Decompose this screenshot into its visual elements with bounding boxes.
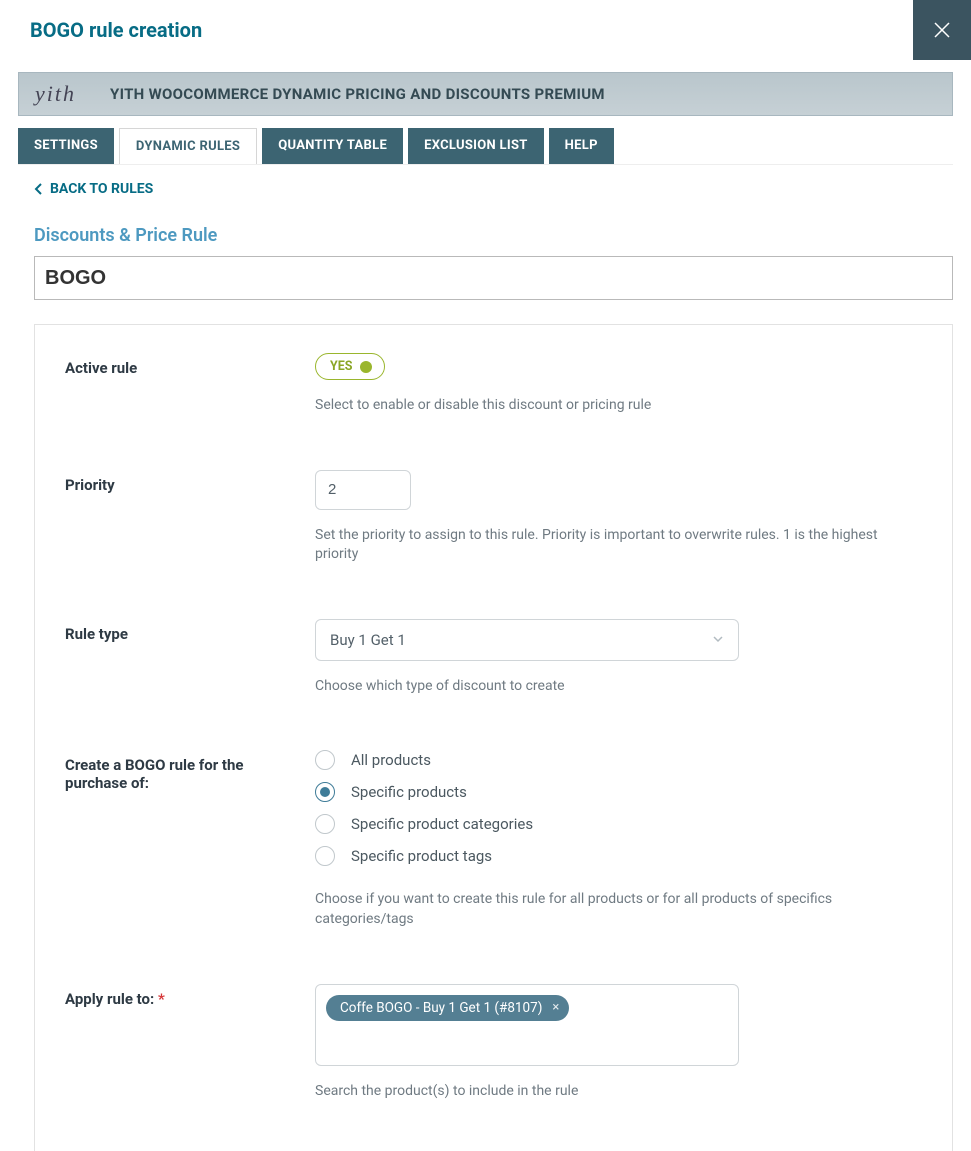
plugin-header-bar: yith YITH WOOCOMMERCE DYNAMIC PRICING AN… bbox=[18, 72, 953, 116]
rule-type-label: Rule type bbox=[65, 619, 275, 643]
priority-label: Priority bbox=[65, 470, 275, 494]
radio-specific-tags[interactable]: Specific product tags bbox=[315, 846, 922, 866]
tab-dynamic-rules[interactable]: DYNAMIC RULES bbox=[119, 128, 257, 164]
radio-specific-products[interactable]: Specific products bbox=[315, 782, 922, 802]
rule-name-input[interactable] bbox=[34, 256, 953, 300]
radio-icon bbox=[315, 750, 335, 770]
toggle-text: YES bbox=[330, 359, 352, 374]
radio-all-products[interactable]: All products bbox=[315, 750, 922, 770]
active-rule-help: Select to enable or disable this discoun… bbox=[315, 396, 922, 416]
radio-specific-categories[interactable]: Specific product categories bbox=[315, 814, 922, 834]
radio-label: Specific product categories bbox=[351, 815, 533, 833]
apply-to-product-select[interactable]: Coffe BOGO - Buy 1 Get 1 (#8107) × bbox=[315, 984, 739, 1066]
tab-exclusion-list[interactable]: EXCLUSION LIST bbox=[408, 128, 544, 164]
back-link-text: BACK TO RULES bbox=[50, 181, 153, 197]
chevron-left-icon bbox=[34, 182, 44, 196]
modal-title: BOGO rule creation bbox=[0, 0, 202, 42]
rule-type-select[interactable]: Buy 1 Get 1 bbox=[315, 619, 739, 661]
close-button[interactable] bbox=[913, 0, 971, 60]
chip-remove-icon[interactable]: × bbox=[552, 1000, 559, 1015]
apply-to-help: Search the product(s) to include in the … bbox=[315, 1082, 922, 1102]
radio-icon bbox=[315, 782, 335, 802]
radio-label: Specific product tags bbox=[351, 847, 492, 865]
tab-settings[interactable]: SETTINGS bbox=[18, 128, 114, 164]
radio-icon bbox=[315, 814, 335, 834]
rule-type-help: Choose which type of discount to create bbox=[315, 677, 922, 697]
radio-icon bbox=[315, 846, 335, 866]
radio-label: All products bbox=[351, 751, 431, 769]
priority-help: Set the priority to assign to this rule.… bbox=[315, 526, 922, 565]
active-rule-toggle[interactable]: YES bbox=[315, 353, 385, 380]
tab-quantity-table[interactable]: QUANTITY TABLE bbox=[262, 128, 403, 164]
tab-help[interactable]: HELP bbox=[549, 128, 614, 164]
close-icon bbox=[931, 19, 953, 41]
rule-type-value: Buy 1 Get 1 bbox=[330, 631, 406, 649]
bogo-for-label: Create a BOGO rule for the purchase of: bbox=[65, 750, 275, 792]
chevron-down-icon bbox=[712, 631, 724, 649]
apply-to-label: Apply rule to: * bbox=[65, 984, 275, 1008]
section-title: Discounts & Price Rule bbox=[18, 197, 953, 256]
back-to-rules-link[interactable]: BACK TO RULES bbox=[18, 165, 953, 197]
priority-input[interactable] bbox=[315, 470, 411, 510]
chip-text: Coffe BOGO - Buy 1 Get 1 (#8107) bbox=[340, 1000, 542, 1016]
plugin-name: YITH WOOCOMMERCE DYNAMIC PRICING AND DIS… bbox=[110, 85, 605, 103]
selected-product-chip: Coffe BOGO - Buy 1 Get 1 (#8107) × bbox=[326, 995, 569, 1021]
active-rule-label: Active rule bbox=[65, 353, 275, 377]
bogo-for-help: Choose if you want to create this rule f… bbox=[315, 890, 922, 929]
toggle-dot-icon bbox=[360, 361, 372, 373]
required-marker: * bbox=[158, 990, 165, 1008]
radio-label: Specific products bbox=[351, 783, 467, 801]
tabs: SETTINGS DYNAMIC RULES QUANTITY TABLE EX… bbox=[18, 128, 953, 164]
yith-logo: yith bbox=[35, 81, 74, 107]
